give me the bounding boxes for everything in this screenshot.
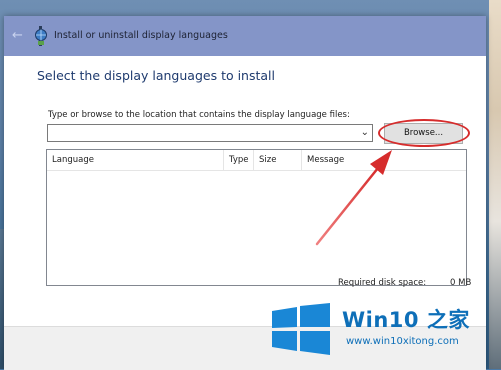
column-header-message[interactable]: Message <box>302 150 466 170</box>
chevron-down-icon[interactable]: ⌄ <box>361 127 369 138</box>
path-combobox[interactable]: ⌄ <box>47 124 373 142</box>
window-title: Install or uninstall display languages <box>54 30 228 41</box>
language-globe-icon <box>35 26 47 46</box>
watermark-title: Win10 之家 <box>342 308 470 332</box>
back-arrow-icon[interactable]: ← <box>12 28 23 43</box>
background-window-edge <box>489 0 501 369</box>
language-list[interactable]: Language Type Size Message <box>46 149 467 286</box>
watermark-url: www.win10xitong.com <box>346 336 459 347</box>
disk-space-label: Required disk space: <box>338 278 427 288</box>
column-header-size[interactable]: Size <box>254 150 302 170</box>
disk-space-value: 0 MB <box>450 278 472 288</box>
browse-button[interactable]: Browse... <box>384 123 463 144</box>
column-header-language[interactable]: Language <box>47 150 224 170</box>
page-heading: Select the display languages to install <box>37 68 276 83</box>
column-header-type[interactable]: Type <box>224 150 254 170</box>
windows-logo-watermark <box>272 303 330 355</box>
title-bar: ← Install or uninstall display languages <box>4 16 486 56</box>
instruction-label: Type or browse to the location that cont… <box>48 110 350 120</box>
list-header: Language Type Size Message <box>47 150 466 171</box>
